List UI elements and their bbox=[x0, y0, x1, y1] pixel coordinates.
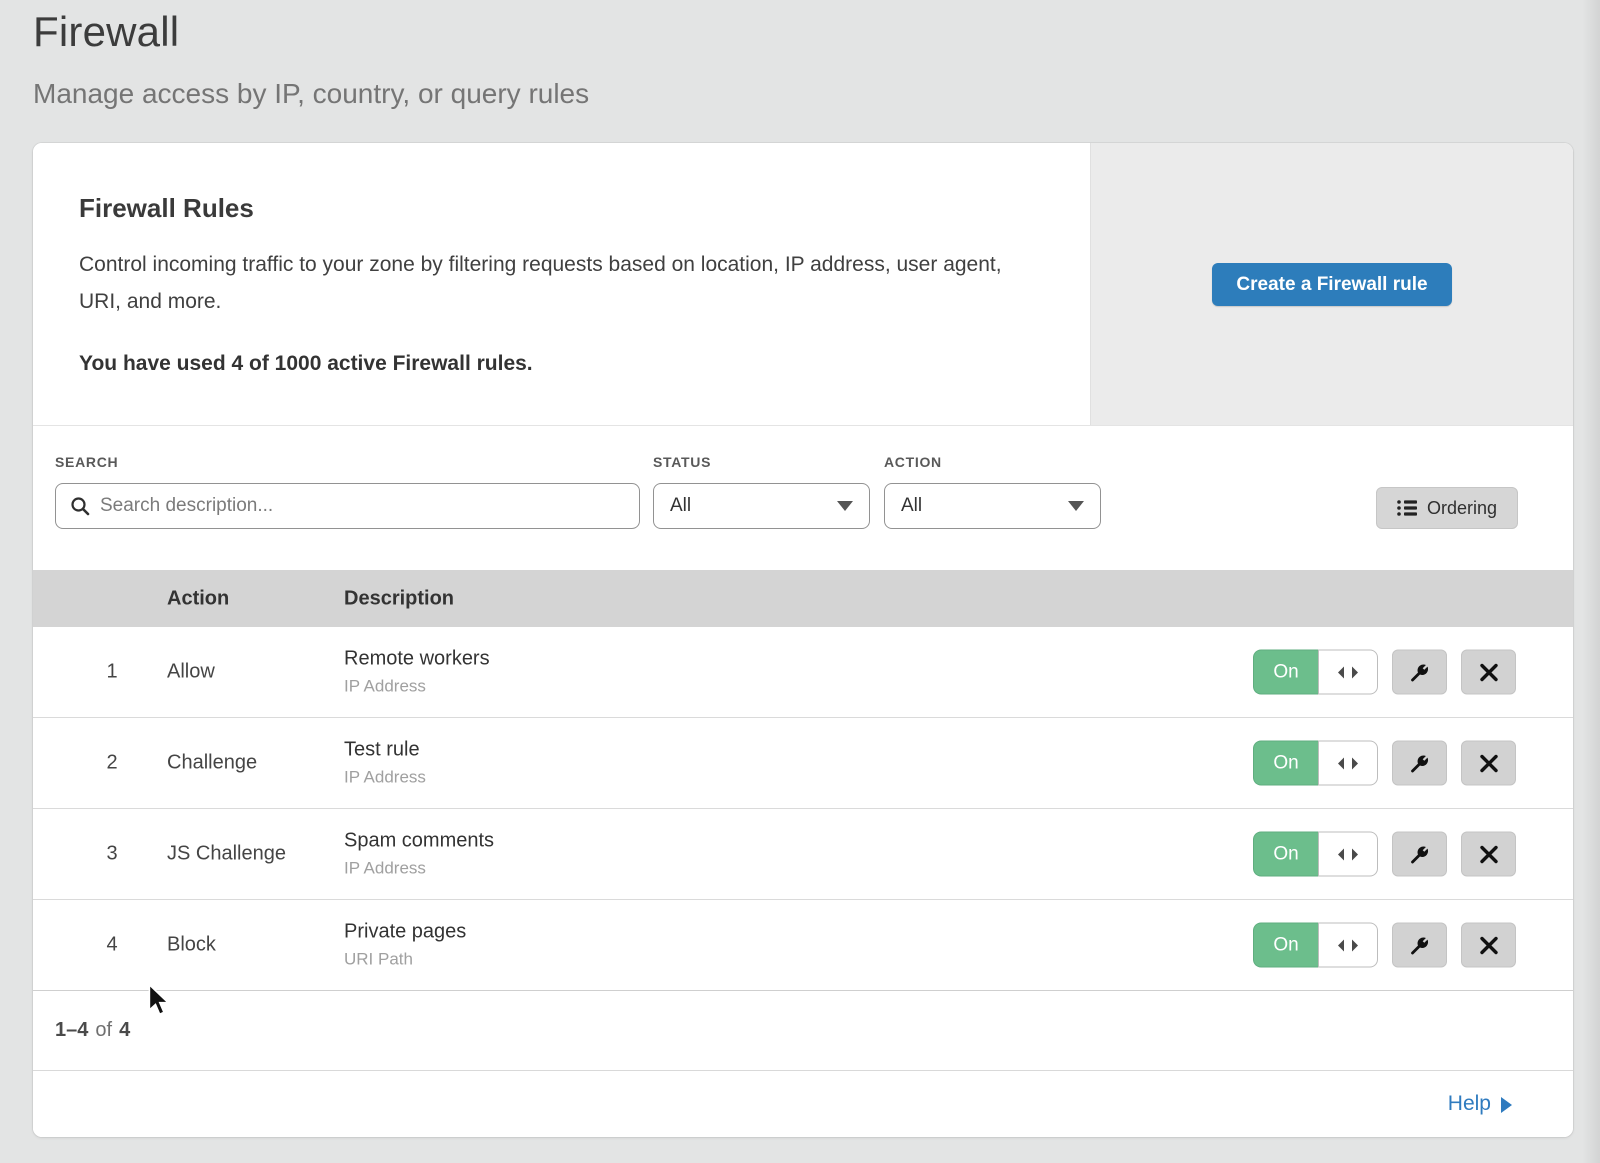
toggle-on-state[interactable]: On bbox=[1253, 832, 1318, 877]
page-title: Firewall bbox=[33, 8, 589, 56]
edit-rule-button[interactable] bbox=[1392, 741, 1447, 786]
table-header: Action Description bbox=[33, 570, 1573, 627]
rule-description: Test rule IP Address bbox=[344, 739, 426, 788]
toggle-on-state[interactable]: On bbox=[1253, 923, 1318, 968]
table-row: 2 Challenge Test rule IP Address On bbox=[33, 718, 1573, 809]
ordering-button-label: Ordering bbox=[1427, 498, 1497, 519]
column-header-description: Description bbox=[344, 587, 454, 610]
chevron-down-icon bbox=[837, 501, 853, 511]
rule-toggle: On bbox=[1253, 923, 1378, 968]
chevron-down-icon bbox=[1068, 501, 1084, 511]
column-header-action: Action bbox=[167, 587, 229, 610]
rule-match-type: IP Address bbox=[344, 859, 494, 879]
rule-description: Private pages URI Path bbox=[344, 921, 466, 970]
firewall-rules-section: Firewall Rules Control incoming traffic … bbox=[33, 143, 1573, 425]
table-row: 4 Block Private pages URI Path On bbox=[33, 900, 1573, 991]
pagination: 1–4 of 4 bbox=[33, 991, 1573, 1071]
create-rule-panel: Create a Firewall rule bbox=[1090, 143, 1573, 425]
page-subtitle: Manage access by IP, country, or query r… bbox=[33, 78, 589, 110]
rule-action: JS Challenge bbox=[167, 843, 286, 866]
close-icon bbox=[1478, 934, 1500, 956]
rule-action: Challenge bbox=[167, 752, 257, 775]
delete-rule-button[interactable] bbox=[1461, 650, 1516, 695]
toggle-on-state[interactable]: On bbox=[1253, 741, 1318, 786]
wrench-icon bbox=[1408, 660, 1432, 684]
rule-match-type: URI Path bbox=[344, 950, 466, 970]
toggle-handle[interactable] bbox=[1318, 923, 1378, 968]
rule-description-name: Remote workers bbox=[344, 648, 490, 671]
status-select-value: All bbox=[670, 495, 837, 517]
rule-description: Spam comments IP Address bbox=[344, 830, 494, 879]
edit-rule-button[interactable] bbox=[1392, 923, 1447, 968]
section-description: Control incoming traffic to your zone by… bbox=[79, 246, 1020, 320]
status-select[interactable]: All bbox=[653, 483, 870, 529]
pagination-of: of bbox=[95, 1019, 112, 1042]
wrench-icon bbox=[1408, 933, 1432, 957]
filters-bar: SEARCH STATUS All ACTION All Ordering bbox=[33, 425, 1573, 570]
help-link-label: Help bbox=[1448, 1092, 1491, 1116]
delete-rule-button[interactable] bbox=[1461, 741, 1516, 786]
rule-description-name: Test rule bbox=[344, 739, 426, 762]
rule-controls: On bbox=[1253, 923, 1516, 968]
firewall-rules-info: Firewall Rules Control incoming traffic … bbox=[33, 143, 1090, 425]
search-box bbox=[55, 483, 640, 529]
right-edge-shade bbox=[1582, 0, 1600, 1163]
left-right-arrows-icon bbox=[1337, 938, 1359, 952]
status-label: STATUS bbox=[653, 454, 711, 470]
close-icon bbox=[1478, 661, 1500, 683]
delete-rule-button[interactable] bbox=[1461, 923, 1516, 968]
wrench-icon bbox=[1408, 842, 1432, 866]
firewall-card: Firewall Rules Control incoming traffic … bbox=[33, 143, 1573, 1137]
toggle-handle[interactable] bbox=[1318, 650, 1378, 695]
toggle-handle[interactable] bbox=[1318, 832, 1378, 877]
arrow-right-icon bbox=[1501, 1097, 1512, 1113]
search-label: SEARCH bbox=[55, 454, 118, 470]
create-firewall-rule-button[interactable]: Create a Firewall rule bbox=[1212, 263, 1451, 306]
rule-controls: On bbox=[1253, 832, 1516, 877]
card-footer: Help bbox=[33, 1071, 1573, 1137]
action-label: ACTION bbox=[884, 454, 942, 470]
firewall-page: { "page": { "title": "Firewall", "subtit… bbox=[0, 0, 1600, 1163]
left-right-arrows-icon bbox=[1337, 847, 1359, 861]
rule-toggle: On bbox=[1253, 741, 1378, 786]
close-icon bbox=[1478, 752, 1500, 774]
list-icon bbox=[1397, 499, 1417, 517]
page-header: Firewall Manage access by IP, country, o… bbox=[33, 8, 589, 110]
rule-description-name: Spam comments bbox=[344, 830, 494, 853]
edit-rule-button[interactable] bbox=[1392, 650, 1447, 695]
pagination-range: 1–4 bbox=[55, 1019, 88, 1042]
toggle-on-state[interactable]: On bbox=[1253, 650, 1318, 695]
rule-toggle: On bbox=[1253, 650, 1378, 695]
rule-match-type: IP Address bbox=[344, 677, 490, 697]
help-link[interactable]: Help bbox=[1448, 1092, 1512, 1116]
toggle-handle[interactable] bbox=[1318, 741, 1378, 786]
pagination-total: 4 bbox=[119, 1019, 130, 1042]
delete-rule-button[interactable] bbox=[1461, 832, 1516, 877]
left-right-arrows-icon bbox=[1337, 756, 1359, 770]
close-icon bbox=[1478, 843, 1500, 865]
rule-description-name: Private pages bbox=[344, 921, 466, 944]
rules-usage-text: You have used 4 of 1000 active Firewall … bbox=[79, 352, 1020, 376]
action-select[interactable]: All bbox=[884, 483, 1101, 529]
table-row: 3 JS Challenge Spam comments IP Address … bbox=[33, 809, 1573, 900]
edit-rule-button[interactable] bbox=[1392, 832, 1447, 877]
rule-controls: On bbox=[1253, 741, 1516, 786]
search-input[interactable] bbox=[100, 495, 625, 517]
table-row: 1 Allow Remote workers IP Address On bbox=[33, 627, 1573, 718]
rule-match-type: IP Address bbox=[344, 768, 426, 788]
rule-controls: On bbox=[1253, 650, 1516, 695]
rule-action: Allow bbox=[167, 661, 215, 684]
rule-action: Block bbox=[167, 934, 216, 957]
search-icon bbox=[70, 496, 90, 516]
action-select-value: All bbox=[901, 495, 1068, 517]
rule-toggle: On bbox=[1253, 832, 1378, 877]
section-title: Firewall Rules bbox=[79, 193, 1020, 224]
ordering-button[interactable]: Ordering bbox=[1376, 487, 1518, 529]
left-right-arrows-icon bbox=[1337, 665, 1359, 679]
wrench-icon bbox=[1408, 751, 1432, 775]
rule-description: Remote workers IP Address bbox=[344, 648, 490, 697]
